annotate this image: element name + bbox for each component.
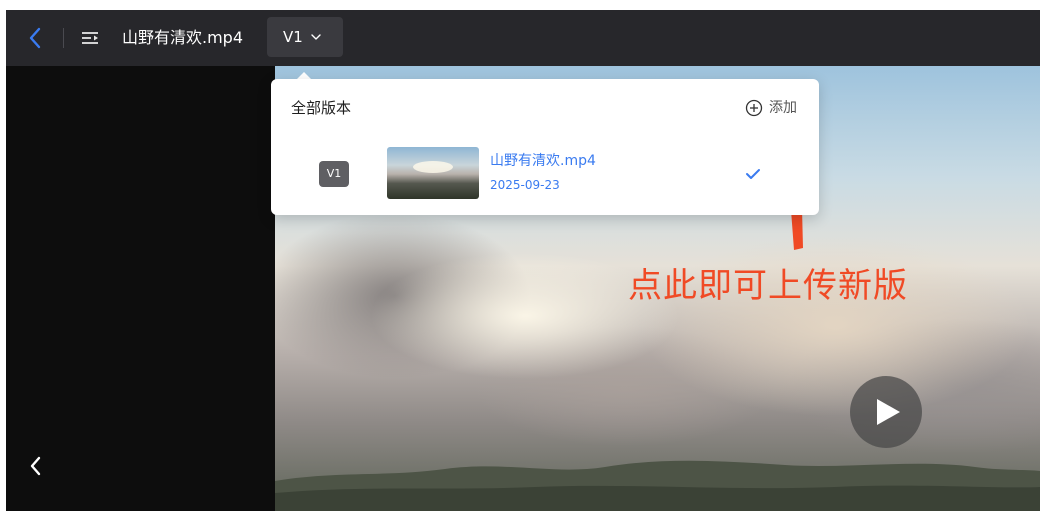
- file-title: 山野有清欢.mp4: [122, 28, 244, 47]
- video-thumbnail: [387, 147, 479, 199]
- file-preview-window: 山野有清欢.mp4 V1 点此即可上传新版 全部版本 添加 V1 山野有清欢.m…: [6, 10, 1040, 511]
- version-list-item[interactable]: V1 山野有清欢.mp4 2025-09-23: [271, 141, 819, 203]
- add-version-label: 添加: [769, 100, 797, 116]
- previous-file-button[interactable]: [26, 451, 46, 481]
- video-frame-mountains: [275, 460, 1040, 511]
- toolbar-divider: [63, 28, 64, 48]
- add-circle-icon: [745, 99, 763, 117]
- annotation-text: 点此即可上传新版: [628, 266, 908, 306]
- left-panel: [6, 66, 275, 511]
- version-label: V1: [283, 28, 303, 46]
- play-button[interactable]: [850, 376, 922, 448]
- play-icon: [877, 399, 900, 425]
- version-badge: V1: [319, 161, 349, 187]
- check-icon: [746, 169, 760, 179]
- chevron-down-icon: [311, 34, 321, 40]
- playlist-button[interactable]: [79, 26, 101, 50]
- version-file-name: 山野有清欢.mp4: [490, 153, 596, 169]
- thumbnail-cloud-highlight: [413, 161, 453, 173]
- version-popup: 全部版本 添加 V1 山野有清欢.mp4 2025-09-23: [271, 79, 819, 215]
- top-bar: 山野有清欢.mp4 V1: [6, 10, 1040, 66]
- version-dropdown-button[interactable]: V1: [267, 17, 343, 57]
- back-chevron-icon: [29, 27, 41, 49]
- popup-title: 全部版本: [291, 99, 352, 117]
- back-button[interactable]: [24, 24, 48, 52]
- list-icon: [82, 32, 98, 44]
- chevron-left-icon: [30, 456, 41, 476]
- version-date: 2025-09-23: [490, 178, 560, 192]
